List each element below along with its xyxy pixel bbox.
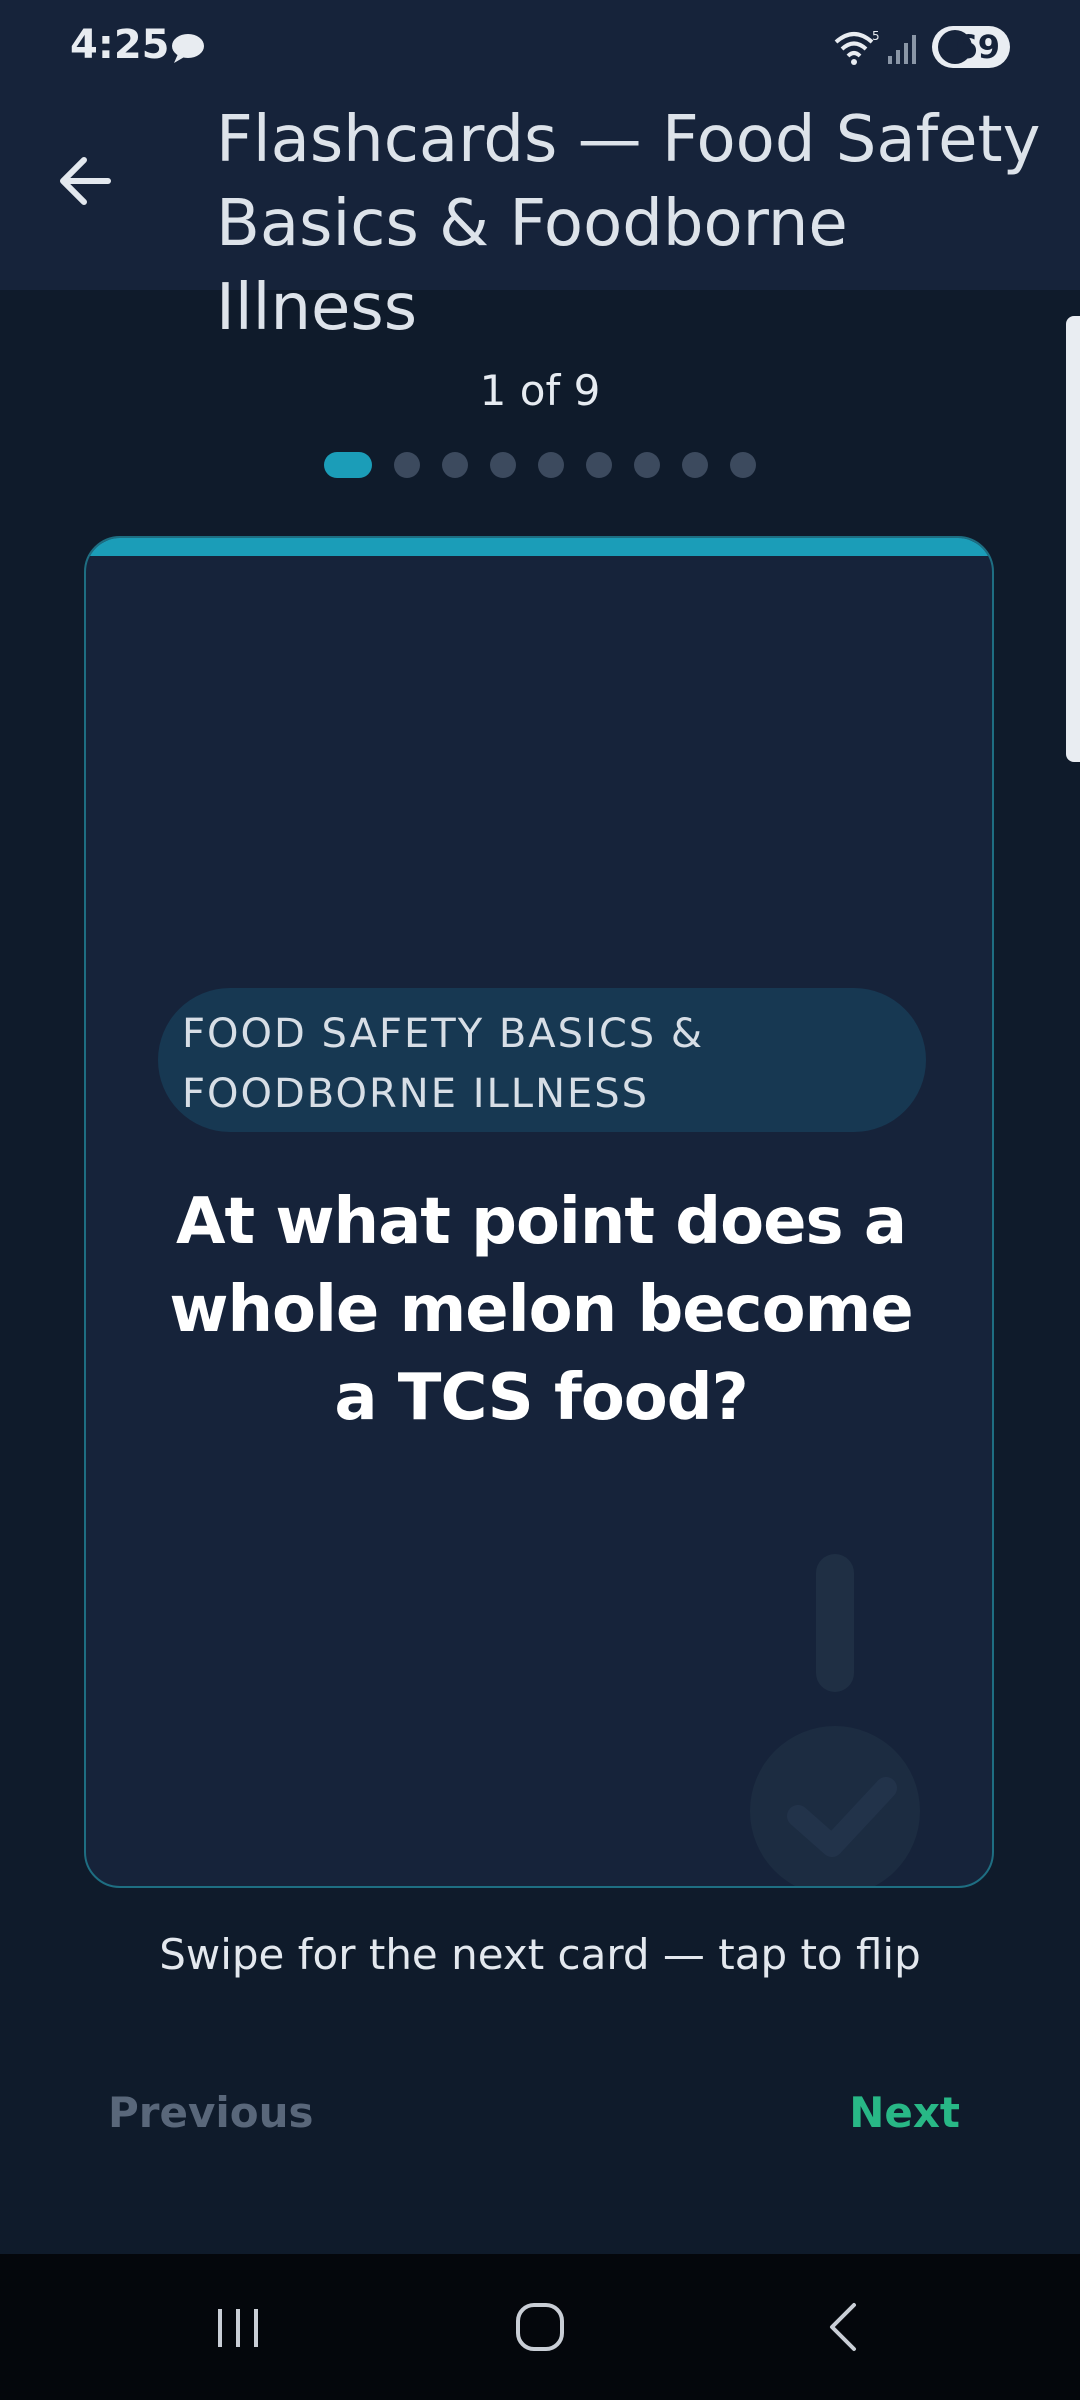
card-accent-bar <box>86 538 992 556</box>
page-title: Flashcards — Food Safety Basics & Foodbo… <box>216 103 1041 345</box>
system-back-button[interactable] <box>744 2254 944 2400</box>
home-icon <box>516 2303 564 2351</box>
edge-panel-handle[interactable] <box>1066 316 1080 762</box>
back-arrow-icon[interactable] <box>50 146 120 216</box>
status-time: 4:25 <box>70 22 170 68</box>
card-question: At what point does a whole melon become … <box>169 1185 913 1435</box>
battery-level: 69 <box>955 28 1000 66</box>
progress-dots <box>0 452 1080 478</box>
recents-icon <box>218 2309 258 2347</box>
decorative-bar <box>816 1554 854 1692</box>
progress-dot-active <box>324 452 372 478</box>
progress-dot <box>490 452 516 478</box>
progress-dot <box>442 452 468 478</box>
card-counter: 1 of 9 <box>479 366 601 415</box>
flashcard[interactable]: FOOD SAFETY BASICS & FOODBORNE ILLNESS A… <box>84 536 994 1888</box>
wifi-icon: 5 <box>834 29 880 65</box>
chat-bubble-icon <box>172 34 204 63</box>
status-bar: 4:25 5 69 <box>0 0 1080 92</box>
signal-icon <box>888 35 916 64</box>
progress-dot <box>586 452 612 478</box>
home-button[interactable] <box>440 2254 640 2400</box>
recents-button[interactable] <box>138 2254 338 2400</box>
progress-dot <box>682 452 708 478</box>
progress-dot <box>394 452 420 478</box>
next-button[interactable]: Next <box>849 2088 960 2137</box>
battery-icon: 69 <box>932 26 1010 68</box>
swipe-hint: Swipe for the next card — tap to flip <box>159 1930 921 1979</box>
category-badge: FOOD SAFETY BASICS & FOODBORNE ILLNESS <box>158 988 926 1132</box>
check-icon <box>787 1777 897 1857</box>
progress-dot <box>538 452 564 478</box>
system-nav-bar <box>0 2254 1080 2400</box>
wifi-label: 5 <box>872 29 880 43</box>
progress-dot <box>730 452 756 478</box>
previous-button[interactable]: Previous <box>108 2088 314 2137</box>
progress-dot <box>634 452 660 478</box>
system-back-icon <box>830 2303 856 2351</box>
app-header: Flashcards — Food Safety Basics & Foodbo… <box>0 92 1080 345</box>
